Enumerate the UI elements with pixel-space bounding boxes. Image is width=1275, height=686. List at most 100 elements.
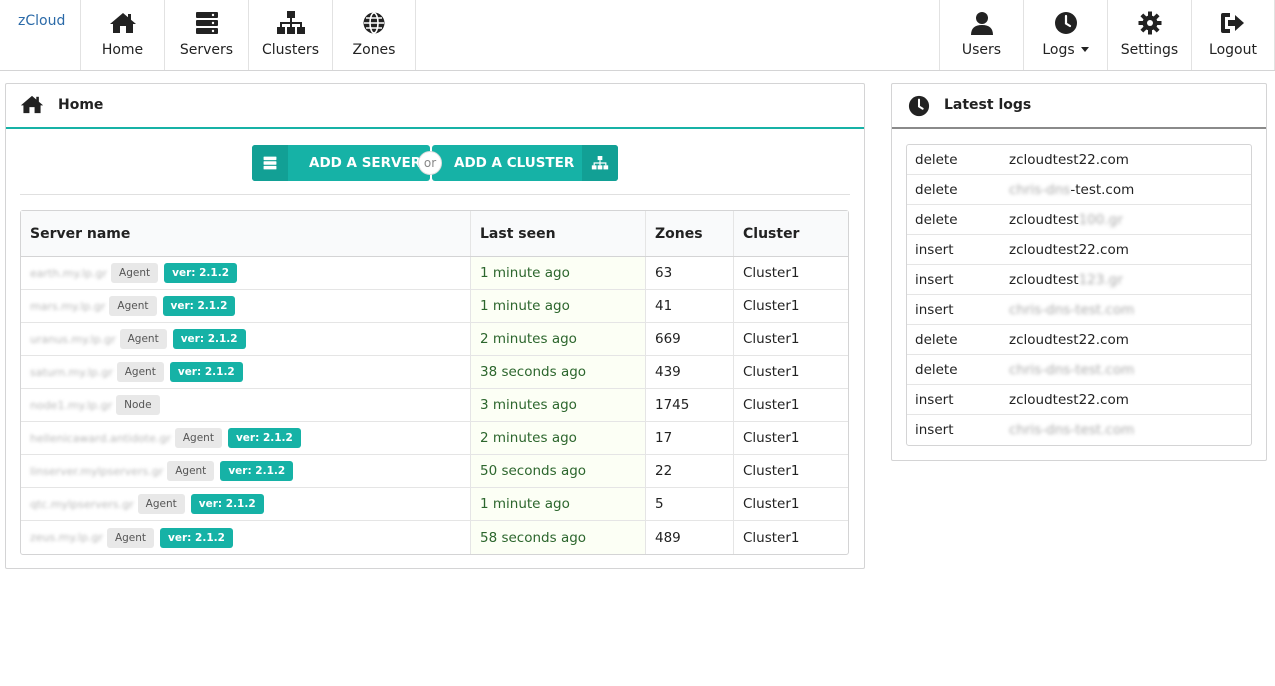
log-domain: zcloudtest22.com xyxy=(1009,151,1129,168)
table-row[interactable]: earth.my.lp.gr Agent ver: 2.1.2 1 minute ag… xyxy=(21,257,848,290)
nav-zones-label: Zones xyxy=(352,42,396,58)
server-type-badge: Agent xyxy=(119,329,167,349)
cluster-cell: Cluster1 xyxy=(743,529,800,546)
last-seen-cell: 1 minute ago xyxy=(471,257,646,289)
nav-settings-label: Settings xyxy=(1120,42,1179,58)
table-row[interactable]: qtc.mylpservers.gr Agent ver: 2.1.2 1 minut… xyxy=(21,488,848,521)
server-name[interactable]: saturn.my.lp.gr xyxy=(30,366,113,379)
last-seen-cell: 50 seconds ago xyxy=(471,455,646,487)
last-seen-cell: 38 seconds ago xyxy=(471,356,646,388)
log-action: insert xyxy=(915,241,954,258)
server-type-badge: Agent xyxy=(174,428,222,448)
server-name-cell: qtc.mylpservers.gr Agent ver: 2.1.2 xyxy=(21,488,471,520)
log-action: delete xyxy=(915,211,958,228)
log-row: delete zcloudtest22.com xyxy=(907,145,1251,175)
server-name[interactable]: linserver.mylpservers.gr xyxy=(30,465,163,478)
log-row: delete zcloudtest22.com xyxy=(907,325,1251,355)
add-server-button[interactable]: ADD A SERVER xyxy=(252,145,430,181)
log-domain: chris-dns-test.com xyxy=(1009,301,1135,318)
cluster-cell: Cluster1 xyxy=(743,430,800,446)
table-row[interactable]: saturn.my.lp.gr Agent ver: 2.1.2 38 seconds… xyxy=(21,356,848,389)
server-name-cell: hellenicaward.antidote.gr Agent ver: 2.1.2 xyxy=(21,422,471,454)
log-domain: zcloudtest xyxy=(1009,211,1079,228)
server-name[interactable]: qtc.mylpservers.gr xyxy=(30,498,134,511)
logs-panel-header: Latest logs xyxy=(892,84,1266,129)
server-type-badge: Agent xyxy=(167,461,215,481)
server-name-cell: saturn.my.lp.gr Agent ver: 2.1.2 xyxy=(21,356,471,388)
table-header: Server name Last seen Zones Cluster xyxy=(21,211,848,257)
log-row: insert chris-dns-test.com xyxy=(907,415,1251,445)
sign-out-icon xyxy=(1221,13,1244,33)
nav-logs-dropdown[interactable]: Logs xyxy=(1023,0,1107,70)
table-row[interactable]: node1.my.lp.gr Node 3 minutes ago 1745 Clust… xyxy=(21,389,848,422)
server-name[interactable]: hellenicaward.antidote.gr xyxy=(30,432,171,445)
brand-logo[interactable]: zCloud xyxy=(0,0,80,70)
server-type-badge: Agent xyxy=(106,527,155,548)
col-server-name[interactable]: Server name xyxy=(21,211,471,256)
nav-logout[interactable]: Logout xyxy=(1191,0,1275,70)
log-domain-rest: -test.com xyxy=(1070,181,1135,198)
log-domain: zcloudtest22.com xyxy=(1009,391,1129,408)
sitemap-icon xyxy=(591,156,609,170)
nav-users[interactable]: Users xyxy=(939,0,1023,70)
zones-cell: 63 xyxy=(646,257,734,289)
nav-clusters[interactable]: Clusters xyxy=(248,0,332,70)
log-action: insert xyxy=(915,391,954,408)
server-type-badge: Agent xyxy=(109,296,157,316)
log-row: delete zcloudtest100.gr xyxy=(907,205,1251,235)
caret-down-icon xyxy=(1080,47,1089,52)
clock-icon xyxy=(1054,12,1077,34)
log-action: delete xyxy=(915,151,958,168)
version-badge: ver: 2.1.2 xyxy=(169,362,243,382)
server-name[interactable]: uranus.my.lp.gr xyxy=(30,333,116,346)
log-row: insert zcloudtest22.com xyxy=(907,235,1251,265)
server-name[interactable]: earth.my.lp.gr xyxy=(30,267,107,280)
version-badge: ver: 2.1.2 xyxy=(220,461,294,481)
nav-zones[interactable]: Zones xyxy=(332,0,416,70)
table-row[interactable]: mars.my.lp.gr Agent ver: 2.1.2 1 minute ago… xyxy=(21,290,848,323)
table-row[interactable]: uranus.my.lp.gr Agent ver: 2.1.2 2 minutes … xyxy=(21,323,848,356)
add-cluster-button[interactable]: ADD A CLUSTER xyxy=(432,145,618,181)
zones-cell: 22 xyxy=(646,455,734,487)
log-domain: chris-dns-test.comchris-dns-test.com xyxy=(1009,182,1251,198)
table-row[interactable]: zeus.my.lp.gr Agent ver: 2.1.2 58 seconds a… xyxy=(21,521,848,554)
table-row[interactable]: linserver.mylpservers.gr Agent ver: 2.1.2 5… xyxy=(21,455,848,488)
nav-home[interactable]: Home xyxy=(80,0,164,70)
top-nav: zCloud Home Servers Clusters Zones Users… xyxy=(0,0,1275,71)
server-name[interactable]: node1.my.lp.gr xyxy=(30,399,112,412)
version-badge: ver: 2.1.2 xyxy=(227,428,301,448)
log-action: delete xyxy=(915,331,958,348)
server-name[interactable]: mars.my.lp.gr xyxy=(30,300,105,313)
nav-logs-label: Logs xyxy=(1042,42,1075,58)
server-name-cell: node1.my.lp.gr Node xyxy=(21,389,471,421)
zones-cell: 5 xyxy=(646,488,734,520)
col-cluster[interactable]: Cluster xyxy=(734,211,848,256)
cluster-cell: Cluster1 xyxy=(743,331,800,347)
log-domain: chris-dns-test.com xyxy=(1009,361,1135,378)
last-seen-cell: 3 minutes ago xyxy=(471,389,646,421)
zones-cell: 41 xyxy=(646,290,734,322)
version-badge: ver: 2.1.2 xyxy=(164,263,238,283)
zones-cell: 1745 xyxy=(646,389,734,421)
last-seen-cell: 2 minutes ago xyxy=(471,422,646,454)
home-panel-title: Home xyxy=(58,97,104,113)
table-row[interactable]: hellenicaward.antidote.gr Agent ver: 2.1.2… xyxy=(21,422,848,455)
version-badge: ver: 2.1.2 xyxy=(160,527,233,548)
zones-cell: 17 xyxy=(646,422,734,454)
server-type-badge: Agent xyxy=(137,494,185,514)
col-zones[interactable]: Zones xyxy=(646,211,734,256)
sitemap-icon xyxy=(276,11,305,34)
log-action: delete xyxy=(915,181,958,198)
col-last-seen[interactable]: Last seen xyxy=(471,211,646,256)
nav-servers[interactable]: Servers xyxy=(164,0,248,70)
server-name[interactable]: zeus.my.lp.gr xyxy=(30,531,103,544)
logs-panel-title: Latest logs xyxy=(944,97,1032,113)
log-row: insert zcloudtest22.com xyxy=(907,385,1251,415)
server-name-cell: uranus.my.lp.gr Agent ver: 2.1.2 xyxy=(21,323,471,355)
cluster-cell: Cluster1 xyxy=(743,397,800,413)
home-panel-header: Home xyxy=(6,84,864,129)
cluster-cell: Cluster1 xyxy=(743,496,800,512)
servers-table: Server name Last seen Zones Cluster eart… xyxy=(20,210,849,555)
nav-settings[interactable]: Settings xyxy=(1107,0,1191,70)
last-seen-cell: 58 seconds ago xyxy=(471,521,646,554)
